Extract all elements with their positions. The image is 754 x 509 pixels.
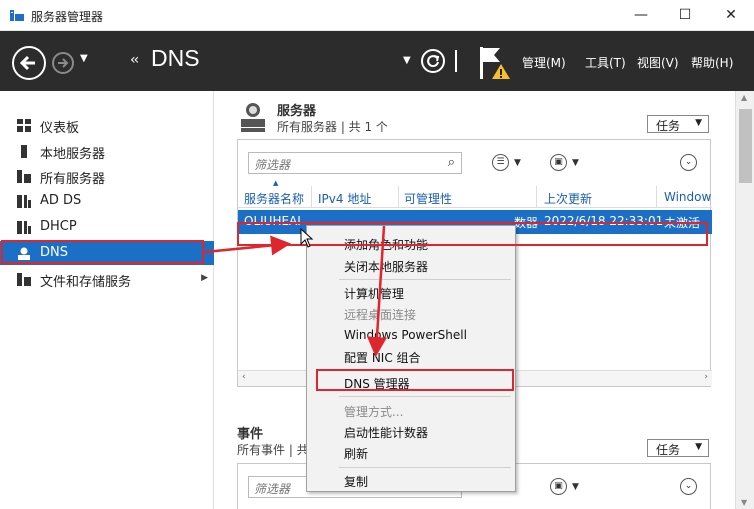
arrow-sidebar-to-row [204, 235, 291, 256]
arrow-row-to-dns-manager [366, 225, 387, 357]
annotation-arrows [204, 225, 387, 357]
mouse-cursor-icon [300, 228, 314, 248]
